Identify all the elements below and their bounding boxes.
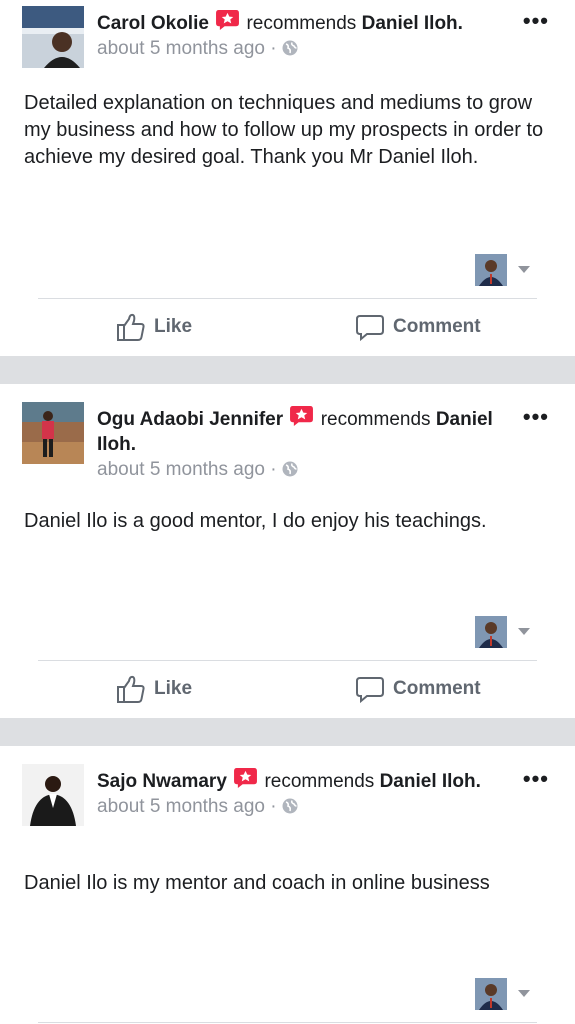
post-separator <box>0 718 575 746</box>
post-time[interactable]: about 5 months ago · <box>97 38 277 59</box>
post-meta: about 5 months ago · <box>97 457 505 482</box>
avatar[interactable] <box>475 254 507 286</box>
more-options-icon[interactable]: ••• <box>523 404 549 430</box>
speech-bubble-icon <box>356 315 384 342</box>
post-time[interactable]: about 5 months ago · <box>97 459 277 480</box>
review-text: Detailed explanation on techniques and m… <box>24 92 544 168</box>
recommend-badge-icon <box>234 768 258 789</box>
post-header: Sajo Nwamary recommends Daniel Iloh. abo… <box>97 768 505 819</box>
post-separator <box>0 356 575 384</box>
avatar[interactable] <box>475 978 507 1010</box>
like-label: Like <box>154 678 193 699</box>
divider <box>38 298 537 299</box>
globe-icon <box>282 461 298 477</box>
post-header: Carol Okolie recommends Daniel Iloh. abo… <box>97 10 505 61</box>
recommends-verb: recommends <box>246 13 357 34</box>
post-meta: about 5 months ago · <box>97 794 505 819</box>
post-time[interactable]: about 5 months ago · <box>97 796 277 817</box>
avatar[interactable] <box>475 616 507 648</box>
like-label: Like <box>154 316 193 337</box>
like-button[interactable]: Like <box>116 674 192 704</box>
avatar[interactable] <box>22 764 84 826</box>
comment-button[interactable]: Comment <box>355 674 481 704</box>
globe-icon <box>282 40 298 56</box>
recommends-verb: recommends <box>264 771 375 792</box>
recommend-badge-icon <box>216 10 240 31</box>
author-name[interactable]: Carol Okolie <box>97 13 209 34</box>
thumbs-up-icon <box>117 675 145 703</box>
recommended-page[interactable]: Daniel Iloh. <box>362 13 463 34</box>
comment-label: Comment <box>393 678 481 699</box>
divider <box>38 660 537 661</box>
recommends-verb: recommends <box>320 409 431 430</box>
chevron-down-icon[interactable] <box>518 266 530 273</box>
comment-label: Comment <box>393 316 481 337</box>
chevron-down-icon[interactable] <box>518 628 530 635</box>
review-post: Carol Okolie recommends Daniel Iloh. abo… <box>0 0 575 356</box>
author-name[interactable]: Ogu Adaobi Jennifer <box>97 409 283 430</box>
like-button[interactable]: Like <box>116 312 192 342</box>
review-post: Sajo Nwamary recommends Daniel Iloh. abo… <box>0 746 575 1024</box>
review-text: Daniel Ilo is my mentor and coach in onl… <box>24 872 490 894</box>
more-options-icon[interactable]: ••• <box>523 8 549 34</box>
avatar[interactable] <box>22 6 84 68</box>
speech-bubble-icon <box>356 677 384 704</box>
globe-icon <box>282 798 298 814</box>
chevron-down-icon[interactable] <box>518 990 530 997</box>
divider <box>38 1022 537 1023</box>
post-header: Ogu Adaobi Jennifer recommends Daniel Il… <box>97 406 505 482</box>
recommend-badge-icon <box>290 406 314 427</box>
review-text: Daniel Ilo is a good mentor, I do enjoy … <box>24 510 487 532</box>
author-name[interactable]: Sajo Nwamary <box>97 771 227 792</box>
recommended-page[interactable]: Daniel Iloh. <box>380 771 481 792</box>
thumbs-up-icon <box>117 313 145 341</box>
avatar[interactable] <box>22 402 84 464</box>
review-post: Ogu Adaobi Jennifer recommends Daniel Il… <box>0 384 575 718</box>
comment-button[interactable]: Comment <box>355 312 481 342</box>
post-meta: about 5 months ago · <box>97 36 505 61</box>
more-options-icon[interactable]: ••• <box>523 766 549 792</box>
